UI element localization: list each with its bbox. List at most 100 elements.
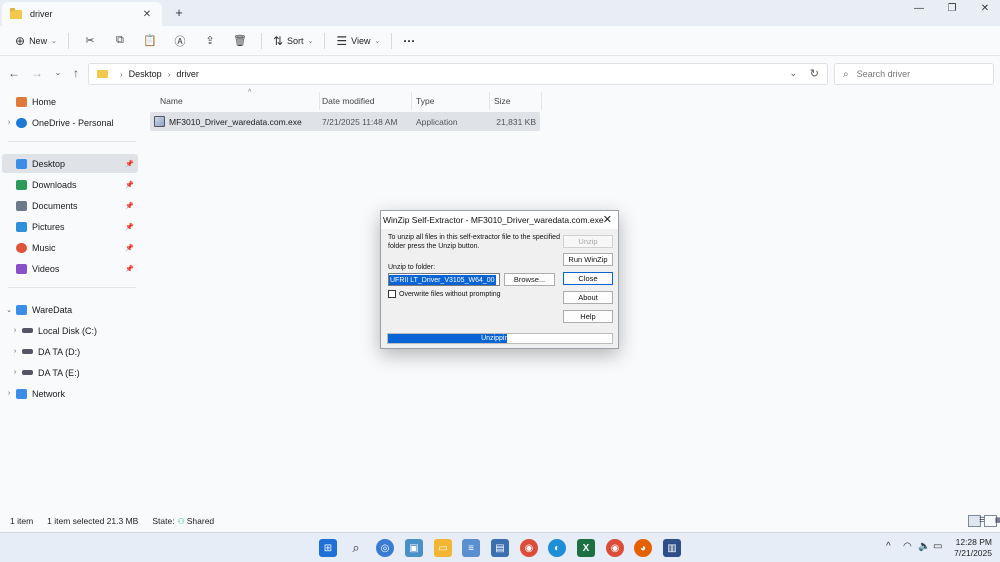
- up-arrow-icon[interactable]: ↑: [68, 66, 84, 80]
- pin-icon[interactable]: 📌: [125, 160, 134, 168]
- more-options-button[interactable]: ···: [398, 30, 420, 52]
- maximize-button[interactable]: ❐: [943, 3, 961, 14]
- column-label: Type: [416, 96, 435, 106]
- picture-icon: [16, 221, 27, 232]
- expand-chevron-icon[interactable]: ›: [2, 390, 16, 397]
- dialog-close-icon[interactable]: ✕: [603, 213, 612, 226]
- sidebar-item-videos[interactable]: Videos 📌: [2, 259, 138, 278]
- address-bar[interactable]: › Desktop › driver ⌄ ↻: [88, 63, 828, 85]
- computer-icon: [16, 304, 27, 315]
- close-button[interactable]: Close: [563, 272, 613, 285]
- command-bar: ⊕ New ⌄ ✂ ⧉ 📋 Ⓐ ⇪ 🗑 ⇅ Sort ⌄ ☰ View ⌄ ··…: [0, 26, 1000, 56]
- clock[interactable]: 12:28 PM 7/21/2025: [950, 537, 992, 559]
- breadcrumb-desktop[interactable]: Desktop: [129, 69, 162, 79]
- firefox-icon[interactable]: ◕: [634, 539, 652, 557]
- notes-icon[interactable]: ▤: [491, 539, 509, 557]
- search-input[interactable]: [856, 69, 977, 79]
- network-icon: [16, 388, 27, 399]
- pin-icon[interactable]: 📌: [125, 265, 134, 273]
- recent-locations-icon[interactable]: ⌄: [50, 68, 66, 77]
- forward-arrow-icon[interactable]: →: [29, 66, 45, 80]
- close-window-button[interactable]: ✕: [976, 3, 994, 14]
- tiles-view-button[interactable]: ▦: [984, 515, 1000, 527]
- sidebar-item-local-disk-c[interactable]: › Local Disk (C:): [2, 321, 138, 340]
- column-header-date-modified[interactable]: Date modified: [316, 92, 412, 110]
- share-button[interactable]: ⇪: [198, 30, 222, 52]
- pin-icon[interactable]: 📌: [125, 202, 134, 210]
- wifi-icon[interactable]: ◠: [903, 541, 912, 552]
- start-icon[interactable]: ⊞: [319, 539, 337, 557]
- expand-chevron-icon[interactable]: ›: [2, 119, 16, 126]
- sidebar-item-waredata[interactable]: ⌄ WareData: [2, 300, 138, 319]
- run-winzip-button[interactable]: Run WinZip: [563, 253, 613, 266]
- drive-icon: [22, 349, 33, 354]
- sidebar-item-desktop[interactable]: Desktop 📌: [2, 154, 138, 173]
- browse-button[interactable]: Browse...: [504, 273, 555, 286]
- expand-chevron-icon[interactable]: ›: [8, 348, 22, 355]
- column-header-name[interactable]: Name ^: [154, 89, 320, 110]
- delete-button[interactable]: 🗑: [228, 30, 252, 52]
- paste-button[interactable]: 📋: [138, 30, 162, 52]
- widgets-icon[interactable]: ▣: [405, 539, 423, 557]
- edge-icon[interactable]: ◐: [548, 539, 566, 557]
- column-header-type[interactable]: Type: [410, 92, 490, 110]
- search-box[interactable]: ⌕: [834, 63, 994, 85]
- column-header-size[interactable]: Size: [488, 92, 542, 110]
- sidebar-item-onedrive[interactable]: › OneDrive - Personal: [2, 113, 138, 132]
- table-row[interactable]: MF3010_Driver_waredata.com.exe 7/21/2025…: [150, 112, 540, 131]
- collapse-chevron-icon[interactable]: ⌄: [2, 306, 16, 314]
- notepad-icon[interactable]: ≡: [462, 539, 480, 557]
- tab-driver[interactable]: driver ✕: [2, 2, 162, 26]
- pin-icon[interactable]: 📌: [125, 244, 134, 252]
- chrome-icon[interactable]: ◉: [520, 539, 538, 557]
- pin-icon[interactable]: 📌: [125, 223, 134, 231]
- search-icon: ⌕: [843, 68, 849, 80]
- refresh-icon[interactable]: ↻: [810, 67, 819, 80]
- chevron-down-icon: ⌄: [51, 37, 57, 45]
- sidebar-item-label: Local Disk (C:): [38, 325, 98, 336]
- about-button[interactable]: About: [563, 291, 613, 304]
- sort-label: Sort: [287, 35, 304, 46]
- sidebar-item-network[interactable]: › Network: [2, 384, 138, 403]
- chrome-icon[interactable]: ◉: [606, 539, 624, 557]
- help-button[interactable]: Help: [563, 310, 613, 323]
- volume-icon[interactable]: 🔈: [918, 541, 930, 552]
- cut-button[interactable]: ✂: [78, 30, 102, 52]
- view-button[interactable]: ☰ View ⌄: [331, 30, 385, 52]
- details-view-button[interactable]: ☰: [968, 515, 985, 527]
- sidebar-item-pictures[interactable]: Pictures 📌: [2, 217, 138, 236]
- sidebar-item-data-d[interactable]: › DA TA (D:): [2, 342, 138, 361]
- copilot-icon[interactable]: ◎: [376, 539, 394, 557]
- address-dropdown-icon[interactable]: ⌄: [789, 68, 797, 79]
- desktop-icon: [16, 158, 27, 169]
- overwrite-checkbox[interactable]: Overwrite files without prompting: [388, 290, 501, 298]
- sort-button[interactable]: ⇅ Sort ⌄: [268, 30, 318, 52]
- search-icon[interactable]: ⌕: [347, 539, 365, 557]
- sidebar-item-documents[interactable]: Documents 📌: [2, 196, 138, 215]
- sidebar-item-label: Videos: [32, 263, 60, 274]
- unzip-button[interactable]: Unzip: [563, 235, 613, 248]
- winzip-icon[interactable]: ▥: [663, 539, 681, 557]
- new-tab-button[interactable]: +: [172, 5, 186, 20]
- expand-chevron-icon[interactable]: ›: [8, 327, 22, 334]
- excel-icon[interactable]: X: [577, 539, 595, 557]
- back-arrow-icon[interactable]: ←: [6, 66, 22, 80]
- copy-button[interactable]: ⧉: [108, 30, 132, 52]
- minimize-button[interactable]: —: [910, 3, 928, 14]
- tab-close-icon[interactable]: ✕: [140, 9, 154, 20]
- sidebar-item-home[interactable]: Home: [2, 92, 138, 111]
- expand-chevron-icon[interactable]: ›: [8, 369, 22, 376]
- battery-icon[interactable]: ▭: [933, 541, 942, 552]
- pin-icon[interactable]: 📌: [125, 181, 134, 189]
- unzip-folder-field[interactable]: UFRII LT_Driver_V3105_W64_00: [388, 273, 500, 286]
- show-hidden-icons-icon[interactable]: ^: [886, 541, 891, 552]
- sidebar-item-music[interactable]: Music 📌: [2, 238, 138, 257]
- dialog-title: WinZip Self-Extractor - MF3010_Driver_wa…: [383, 215, 604, 225]
- new-button[interactable]: ⊕ New ⌄: [10, 30, 62, 52]
- file-explorer-icon[interactable]: ▭: [434, 539, 452, 557]
- rename-button[interactable]: Ⓐ: [168, 30, 192, 52]
- breadcrumb-driver[interactable]: driver: [176, 69, 199, 79]
- sidebar-item-data-e[interactable]: › DA TA (E:): [2, 363, 138, 382]
- sidebar-item-downloads[interactable]: Downloads 📌: [2, 175, 138, 194]
- tab-title: driver: [30, 9, 53, 19]
